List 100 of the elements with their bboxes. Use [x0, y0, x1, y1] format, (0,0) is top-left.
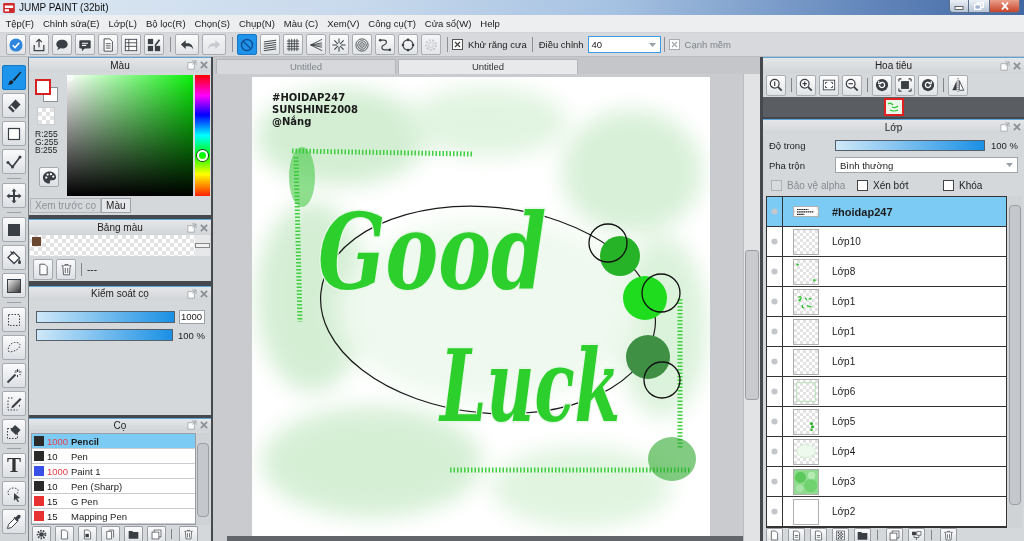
size-field[interactable]: 1000 [179, 310, 205, 324]
visibility-dot-icon[interactable] [771, 448, 778, 455]
scrollbar[interactable] [743, 74, 760, 541]
layer-row[interactable]: Lớp8 [767, 257, 1006, 287]
layer-row[interactable]: Lớp3 [767, 467, 1006, 497]
scrollbar[interactable] [195, 235, 210, 256]
close-icon[interactable] [199, 420, 209, 430]
layer-row[interactable]: Lớp1 [767, 347, 1006, 377]
color-field[interactable] [67, 75, 193, 196]
visibility-dot-icon[interactable] [771, 508, 778, 515]
toolbar-button[interactable] [283, 34, 303, 55]
menu-item[interactable]: Cửa sổ(W) [420, 15, 476, 32]
scrollbar-thumb[interactable] [745, 250, 759, 400]
maximize-button[interactable] [969, 0, 990, 13]
tool-button[interactable] [2, 121, 26, 146]
toolbar-button[interactable] [260, 34, 280, 55]
menu-item[interactable]: Bộ lọc(R) [141, 15, 191, 32]
hue-slider[interactable] [195, 75, 210, 196]
scrollbar[interactable] [196, 433, 210, 525]
adjust-dropdown[interactable]: 40 [587, 36, 661, 53]
visibility-dot-icon[interactable] [771, 238, 778, 245]
menu-item[interactable]: Help [475, 15, 505, 32]
slider-thumb[interactable] [197, 149, 208, 161]
canvas-thumbnail[interactable] [883, 98, 904, 116]
visibility-dot-icon[interactable] [771, 298, 778, 305]
visibility-dot-icon[interactable] [771, 328, 778, 335]
tool-button[interactable] [2, 481, 26, 506]
menu-item[interactable]: Xem(V) [322, 15, 364, 32]
scrollbar-thumb[interactable] [197, 443, 209, 517]
brush-row[interactable]: 15 G Pen [32, 494, 195, 509]
tool-button[interactable] [2, 65, 26, 90]
checkbox[interactable] [943, 179, 954, 191]
toolbar-button[interactable] [144, 34, 164, 55]
menu-item[interactable]: Tệp(F) [1, 15, 39, 32]
menu-item[interactable]: Màu (C) [279, 15, 323, 32]
menu-item[interactable]: Lớp(L) [104, 15, 142, 32]
menu-item[interactable]: Chọn(S) [190, 15, 235, 32]
toolbar-button[interactable] [375, 34, 395, 55]
layer-row[interactable]: Lớp1 [767, 317, 1006, 347]
menu-item[interactable]: Công cụ(T) [363, 15, 421, 32]
toolbar-button[interactable] [121, 34, 141, 55]
visibility-dot-icon[interactable] [771, 478, 778, 485]
toolbar-button[interactable] [29, 34, 49, 55]
panel-tab[interactable]: Màu [101, 198, 131, 213]
slider-track[interactable] [36, 329, 173, 341]
toolbar-button[interactable] [895, 74, 915, 96]
visibility-dot-icon[interactable] [771, 418, 778, 425]
toolbar-button[interactable] [796, 74, 816, 96]
close-button[interactable] [990, 0, 1020, 13]
slider-track[interactable] [835, 140, 985, 151]
toolbar-button[interactable] [832, 528, 849, 541]
toolbar-button[interactable] [819, 74, 839, 96]
toolbar-button[interactable] [306, 34, 326, 55]
layer-row[interactable]: Lớp6 [767, 377, 1006, 407]
color-swatch-pair-icon[interactable] [35, 79, 58, 102]
close-icon[interactable] [199, 222, 209, 233]
color-swatch-icon[interactable] [32, 237, 41, 246]
checkbox[interactable] [857, 179, 868, 191]
brush-row[interactable]: 10 Pen (Sharp) [32, 479, 195, 494]
scrollbar-thumb[interactable] [1009, 205, 1021, 505]
blend-mode-dropdown[interactable]: Bình thường [835, 157, 1018, 173]
close-icon[interactable] [199, 288, 209, 299]
toolbar-button[interactable] [842, 74, 862, 96]
visibility-dot-icon[interactable] [771, 358, 778, 365]
visibility-dot-icon[interactable] [771, 388, 778, 395]
document-tab[interactable]: Untitled [398, 59, 578, 74]
toolbar-button[interactable] [329, 34, 349, 55]
tool-button[interactable] [2, 245, 26, 270]
transparent-swatch-icon[interactable] [37, 107, 55, 125]
tool-button[interactable] [2, 509, 26, 534]
tool-button[interactable] [2, 273, 26, 298]
tool-button[interactable] [2, 93, 26, 118]
tool-button[interactable] [2, 391, 26, 416]
brush-row[interactable]: 15 Mapping Pen [32, 509, 195, 524]
checkbox[interactable] [452, 39, 463, 50]
visibility-dot-icon[interactable] [771, 208, 778, 215]
layer-row[interactable]: Lớp5 [767, 407, 1006, 437]
brush-row[interactable]: 1000 Paint 1 [32, 464, 195, 479]
brush-row[interactable]: 1000 Pencil [32, 434, 195, 449]
toolbar-button[interactable] [398, 34, 418, 55]
scrollbar[interactable] [227, 536, 743, 541]
tool-button[interactable] [2, 217, 26, 242]
toolbar-button[interactable] [52, 34, 72, 55]
menu-item[interactable]: Chụp(N) [234, 15, 280, 32]
tool-button[interactable] [2, 363, 26, 388]
toolbar-button[interactable] [918, 74, 938, 96]
layer-row[interactable]: Lớp4 [767, 437, 1006, 467]
toolbar-button[interactable] [948, 74, 968, 96]
toolbar-button[interactable] [78, 526, 97, 541]
layer-row[interactable]: Lớp2 [767, 497, 1006, 527]
toolbar-button[interactable] [175, 34, 199, 55]
toolbar-button[interactable] [98, 34, 118, 55]
layer-row[interactable]: #hoidap247 [767, 197, 1006, 227]
tool-button[interactable]: T [2, 453, 26, 478]
toolbar-button[interactable] [908, 528, 925, 541]
palette-button[interactable] [39, 167, 59, 187]
menu-item[interactable]: Chỉnh sửa(E) [38, 15, 105, 32]
tool-button[interactable] [2, 149, 26, 174]
visibility-dot-icon[interactable] [771, 268, 778, 275]
toolbar-button[interactable] [124, 526, 143, 541]
